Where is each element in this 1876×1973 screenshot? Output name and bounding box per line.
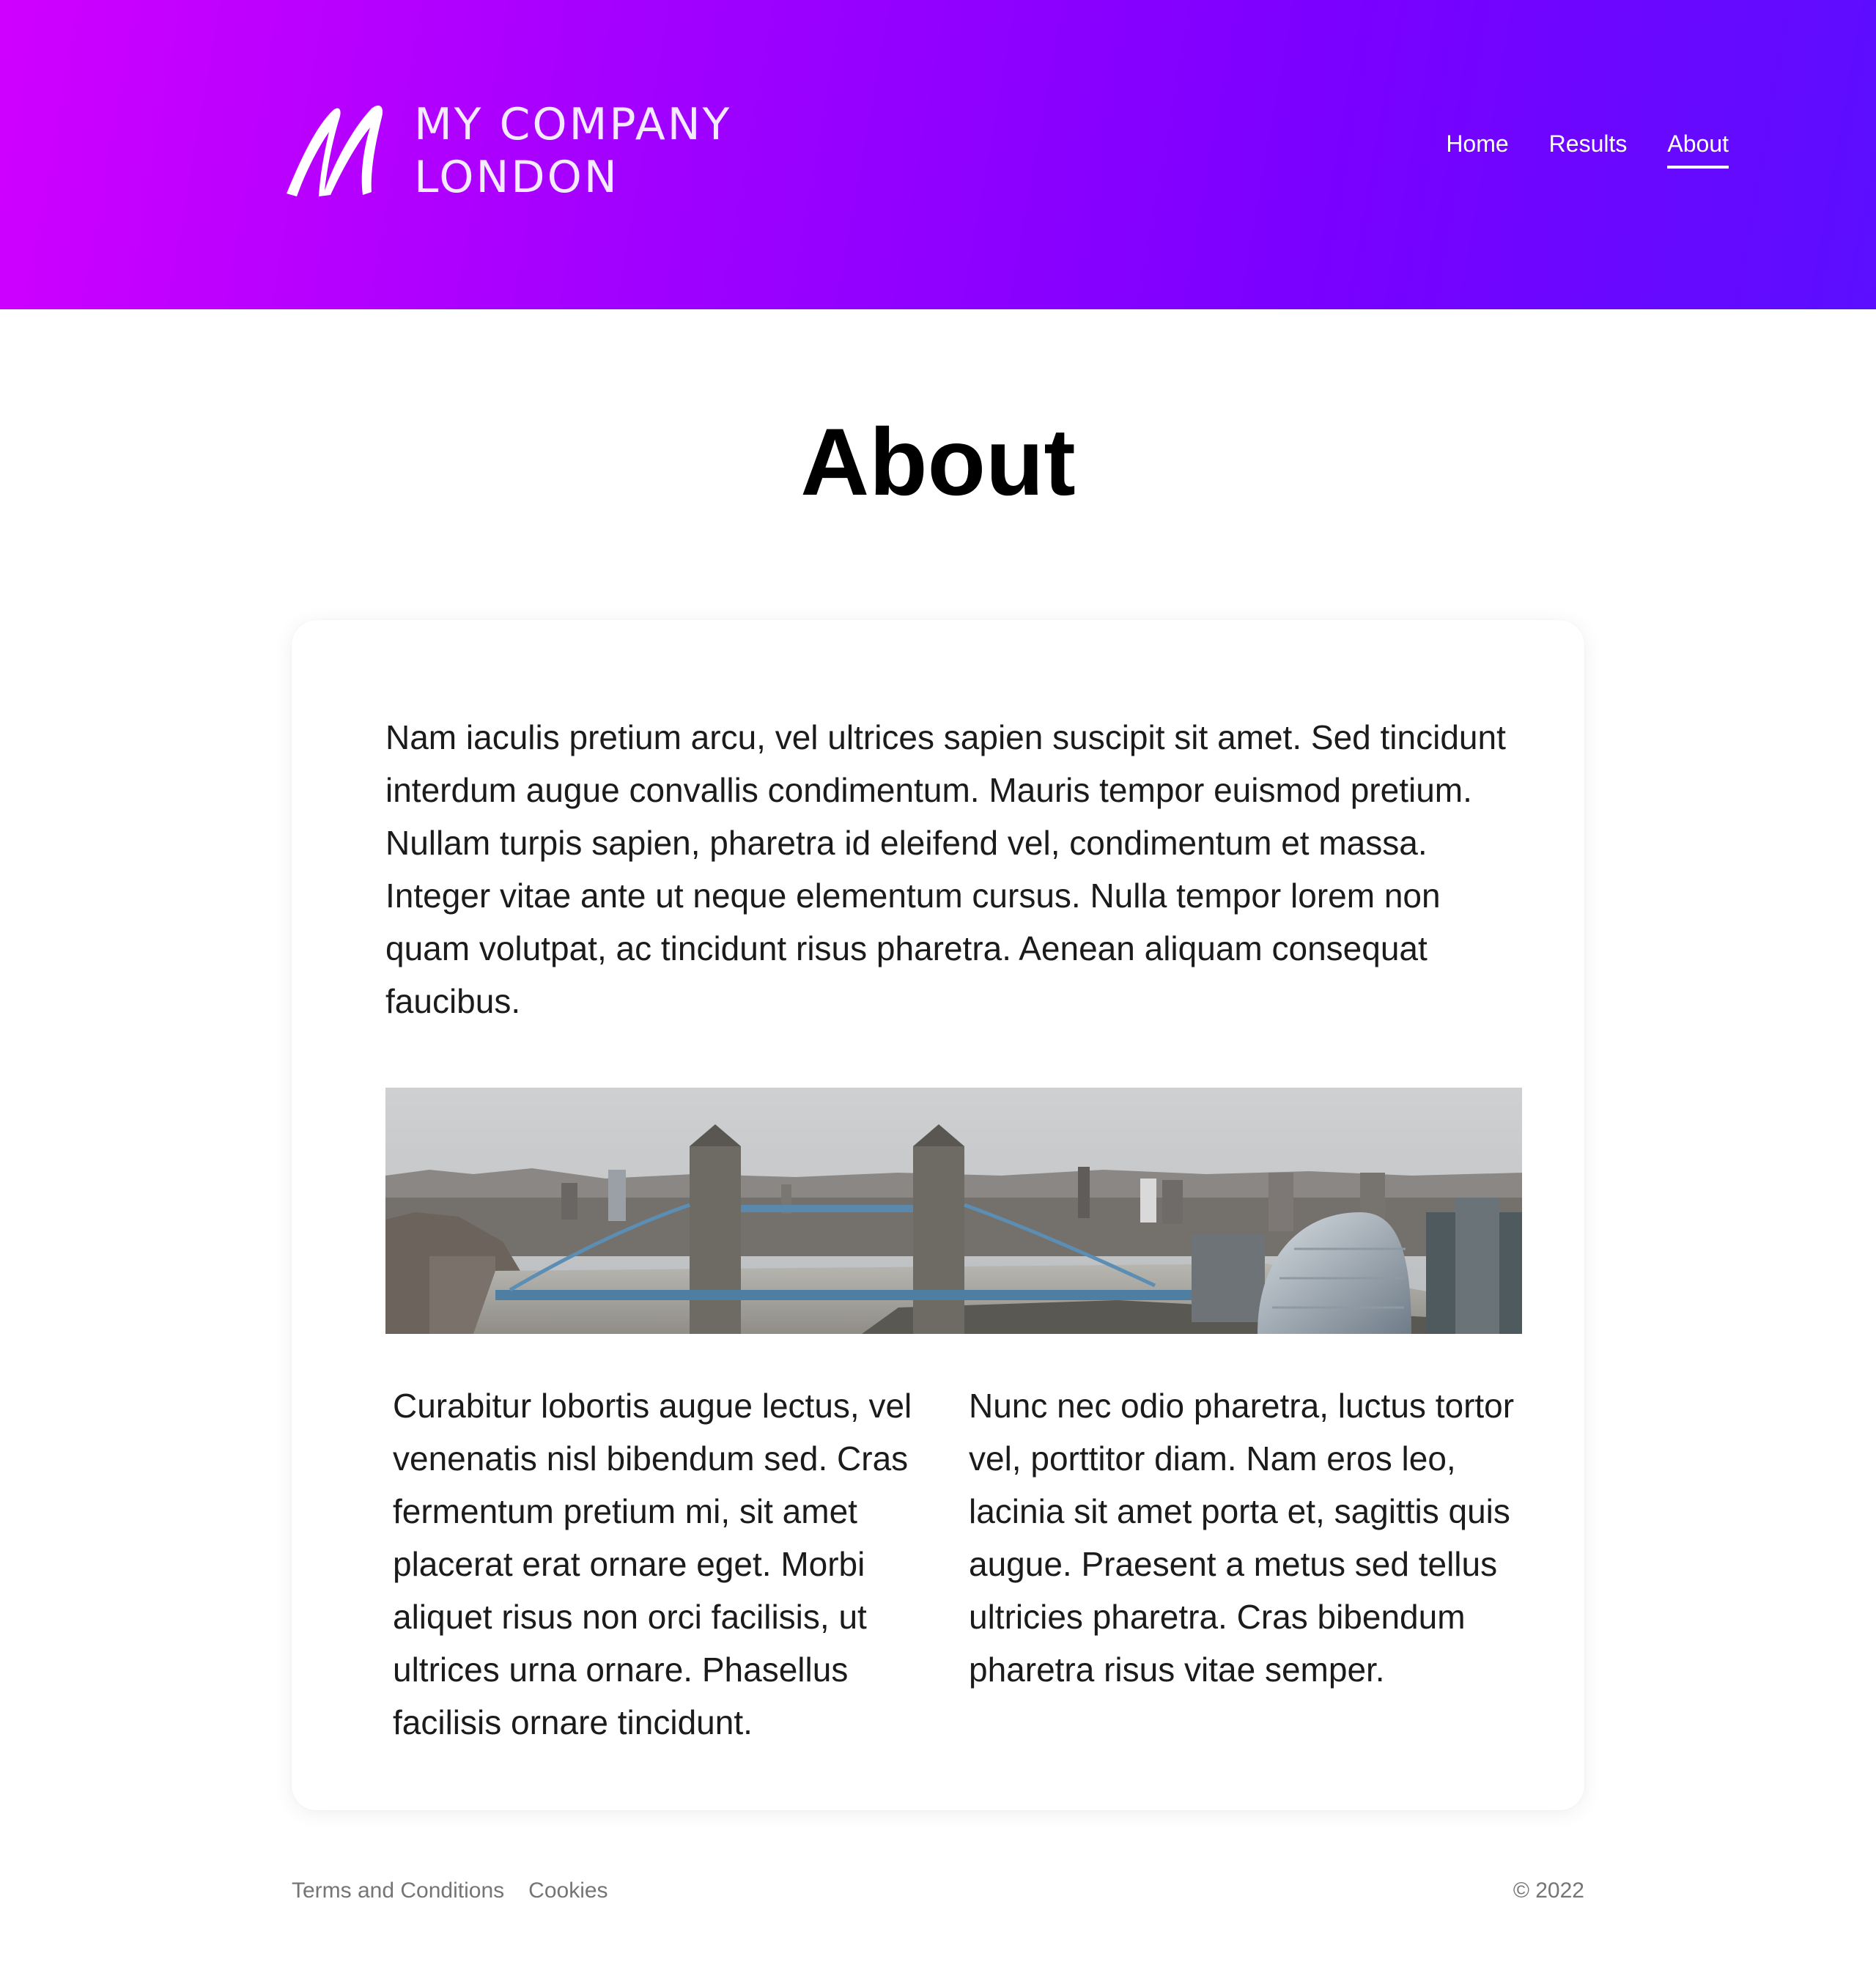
- page-title: About: [800, 408, 1076, 515]
- nav-link-home[interactable]: Home: [1446, 125, 1508, 169]
- logo-m-mark-icon: [287, 106, 383, 196]
- footer-links: Terms and Conditions Cookies: [292, 1876, 608, 1906]
- site-header: MY COMPANY LONDON Home Results About: [0, 0, 1876, 309]
- company-logo[interactable]: MY COMPANY LONDON: [282, 98, 731, 204]
- right-column-paragraph: Nunc nec odio pharetra, luctus tortor ve…: [969, 1387, 1515, 1689]
- copyright-text: © 2022: [1513, 1878, 1584, 1903]
- intro-paragraph: Nam iaculis pretium arcu, vel ultrices s…: [385, 718, 1506, 1020]
- content-card: Nam iaculis pretium arcu, vel ultrices s…: [292, 620, 1584, 1810]
- cookies-link[interactable]: Cookies: [528, 1876, 608, 1906]
- logo-line-2: LONDON: [414, 152, 619, 203]
- london-skyline-image: [385, 1088, 1522, 1334]
- left-column-paragraph: Curabitur lobortis augue lectus, vel ven…: [393, 1387, 912, 1741]
- main-nav: Home Results About: [1446, 125, 1729, 169]
- logo-wordmark: MY COMPANY LONDON: [414, 98, 731, 204]
- nav-link-about[interactable]: About: [1667, 125, 1729, 169]
- terms-link[interactable]: Terms and Conditions: [292, 1876, 504, 1906]
- logo-line-1: MY COMPANY: [414, 99, 732, 150]
- nav-link-results[interactable]: Results: [1549, 125, 1628, 169]
